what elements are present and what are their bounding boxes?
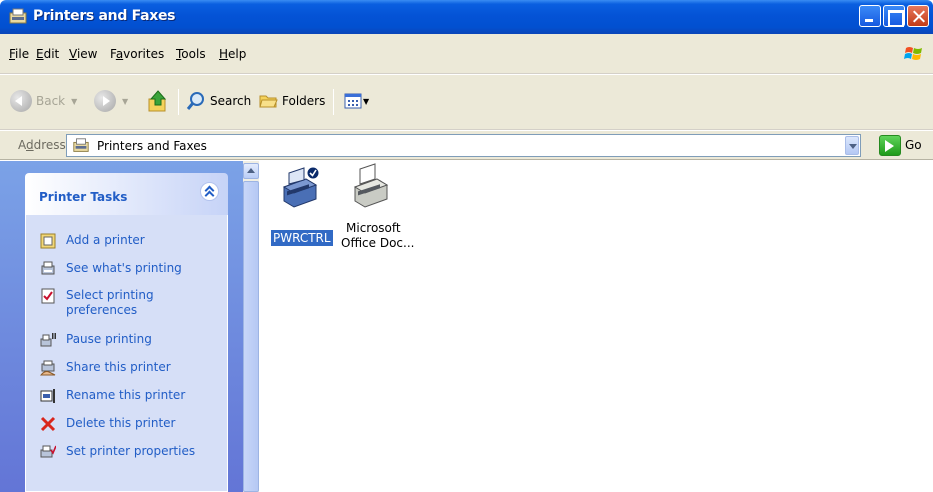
preferences-icon <box>41 288 55 304</box>
printer-name-microsoft-line2: Office Doc... <box>341 236 415 250</box>
folders-icon <box>259 95 278 108</box>
forward-button[interactable]: ▼ <box>94 88 128 114</box>
printer-tasks-header[interactable]: Printer Tasks <box>25 173 228 215</box>
address-field[interactable]: Printers and Faxes <box>66 134 861 157</box>
window-title: Printers and Faxes <box>33 8 176 24</box>
printer-properties-icon <box>40 445 56 458</box>
printer-tasks-panel: Printer Tasks Add a printer See what's p… <box>25 173 228 492</box>
task-rename-printer[interactable]: Rename this printer <box>40 388 216 404</box>
views-button[interactable]: ▼ <box>344 88 369 114</box>
go-button[interactable]: Go <box>905 138 922 152</box>
search-button[interactable]: Search <box>186 88 251 114</box>
task-set-properties[interactable]: Set printer properties <box>40 444 216 460</box>
add-printer-icon <box>40 233 56 249</box>
minimize-button[interactable] <box>859 5 881 27</box>
menu-help[interactable]: Help <box>219 47 246 61</box>
toolbar: Back ▼ ▼ Search Folders ▼ <box>0 75 933 130</box>
printer-tasks-title: Printer Tasks <box>39 190 128 204</box>
toolbar-separator <box>333 89 334 115</box>
collapse-chevron-icon[interactable] <box>200 182 219 201</box>
delete-icon <box>40 416 56 432</box>
address-value: Printers and Faxes <box>97 139 207 153</box>
back-dropdown-icon[interactable]: ▼ <box>71 97 77 106</box>
printer-list-view[interactable]: PWRCTRL Microsoft Office Doc... <box>259 161 933 492</box>
default-printer-icon <box>282 166 320 208</box>
folders-button[interactable]: Folders <box>258 88 325 114</box>
address-bar: Address Printers and Faxes Go <box>0 131 933 160</box>
views-dropdown-icon: ▼ <box>363 96 370 106</box>
rename-icon <box>40 389 55 403</box>
up-folder-button[interactable] <box>147 88 169 114</box>
menu-file[interactable]: File <box>9 47 29 61</box>
task-pause-printing[interactable]: Pause printing <box>40 332 216 348</box>
close-button[interactable] <box>907 5 929 27</box>
maximize-button[interactable] <box>883 5 905 27</box>
printer-name-microsoft-line1: Microsoft <box>346 221 401 235</box>
task-see-printing[interactable]: See what's printing <box>40 261 216 277</box>
forward-dropdown-icon[interactable]: ▼ <box>122 97 128 106</box>
scroll-thumb[interactable] <box>243 181 259 492</box>
menu-tools[interactable]: Tools <box>176 47 206 61</box>
printer-icon <box>353 163 389 208</box>
menu-favorites[interactable]: Favorites <box>110 47 164 61</box>
task-select-preferences[interactable]: Select printing preferences <box>40 288 216 318</box>
forward-arrow-icon <box>94 90 116 112</box>
back-button[interactable]: Back ▼ <box>10 88 77 114</box>
print-queue-icon <box>41 261 55 275</box>
task-delete-printer[interactable]: Delete this printer <box>40 416 216 432</box>
up-folder-icon <box>148 90 167 112</box>
search-icon <box>186 92 204 110</box>
toolbar-separator <box>178 89 179 115</box>
task-pane-scrollbar[interactable] <box>243 161 259 492</box>
share-printer-icon <box>40 360 56 376</box>
task-pane: Printer Tasks Add a printer See what's p… <box>0 161 243 492</box>
menu-bar: File Edit View Favorites Tools Help <box>0 34 933 74</box>
printers-folder-icon <box>73 138 89 152</box>
title-bar[interactable]: Printers and Faxes <box>0 0 933 34</box>
task-add-printer[interactable]: Add a printer <box>40 233 216 249</box>
printers-folder-icon <box>9 8 27 24</box>
menu-edit[interactable]: Edit <box>36 47 59 61</box>
task-share-printer[interactable]: Share this printer <box>40 360 216 376</box>
menu-view[interactable]: View <box>69 47 97 61</box>
windows-logo-icon <box>904 47 922 60</box>
printer-tasks-list: Add a printer See what's printing Select… <box>25 215 228 492</box>
printer-name-pwrctrl: PWRCTRL <box>271 230 333 246</box>
go-arrow-icon[interactable] <box>879 135 901 156</box>
address-label: Address <box>18 138 66 152</box>
scroll-up-button[interactable] <box>243 163 259 179</box>
address-dropdown-button[interactable] <box>845 136 859 155</box>
views-icon <box>344 93 362 109</box>
back-arrow-icon <box>10 90 32 112</box>
pause-printer-icon <box>40 333 56 347</box>
